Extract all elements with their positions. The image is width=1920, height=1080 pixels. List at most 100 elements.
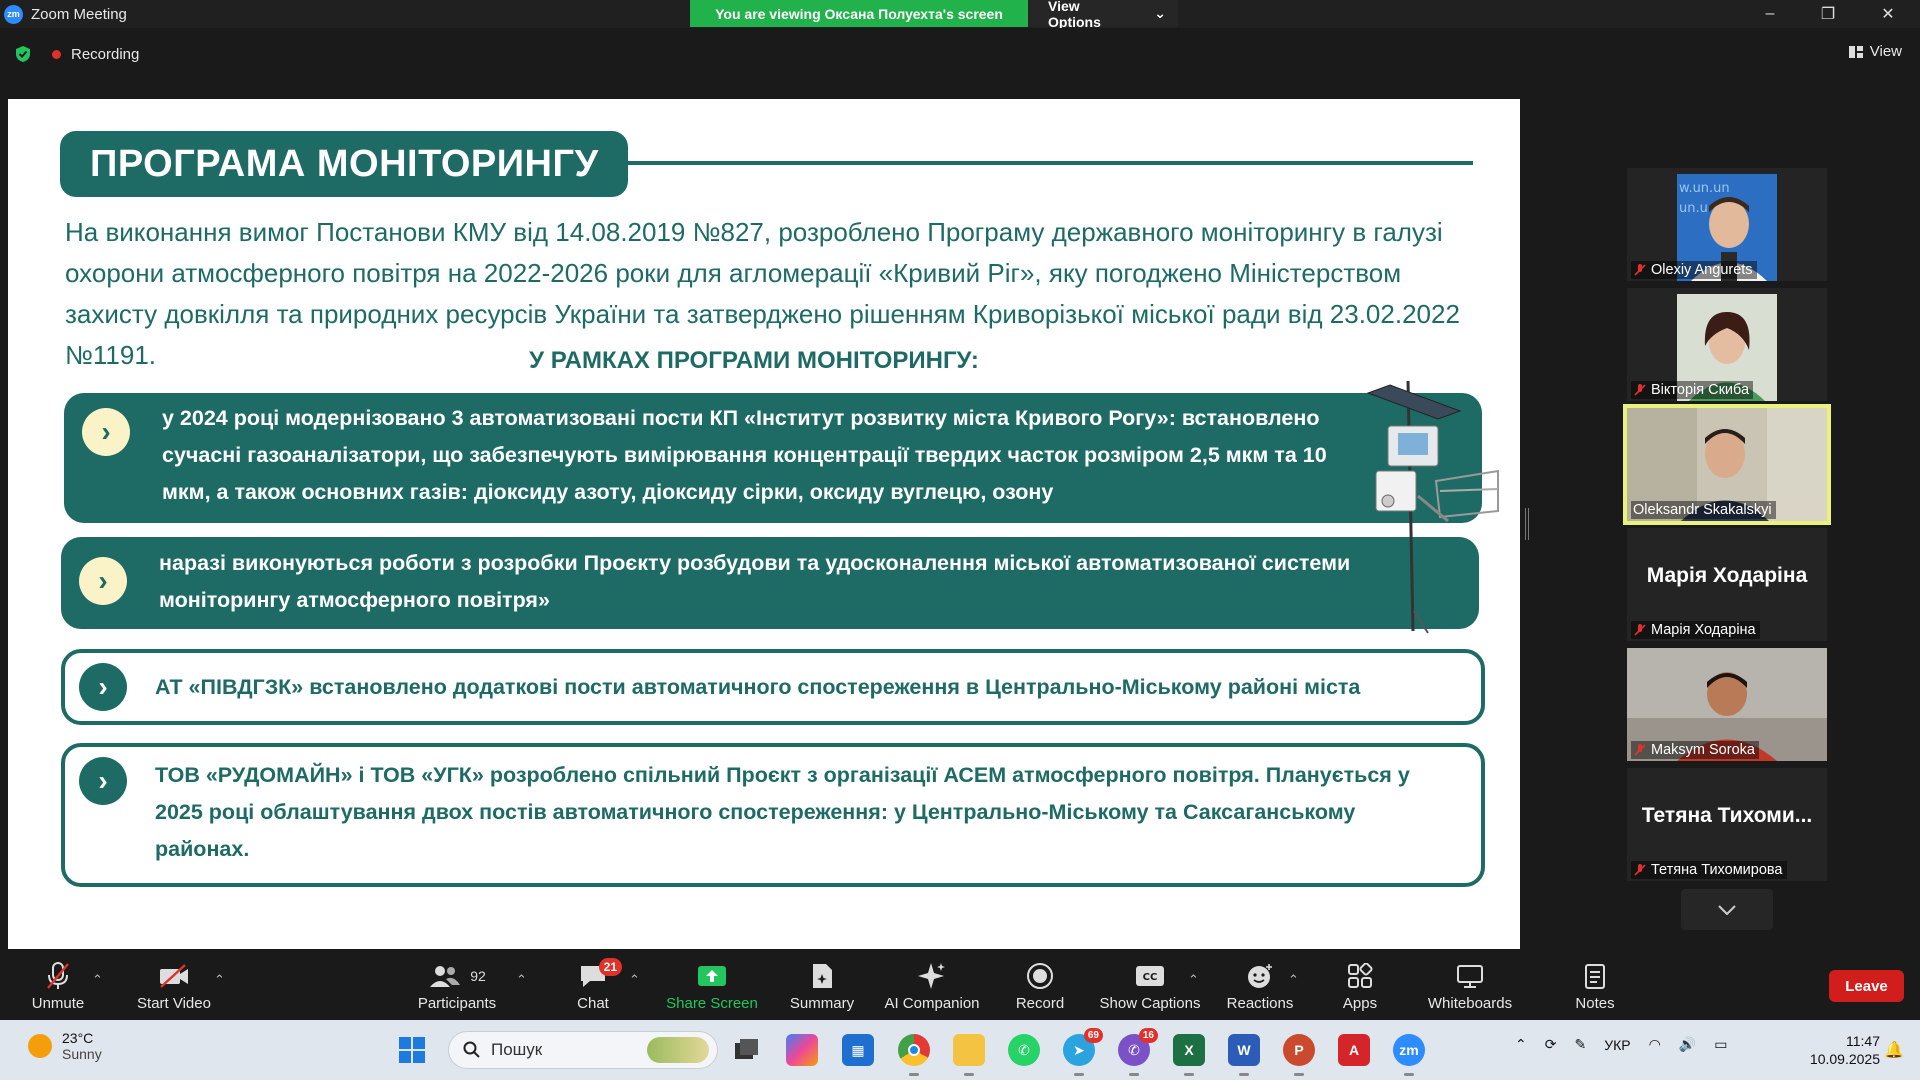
start-video-button[interactable]: Start Video [134,952,214,1020]
zoom-app[interactable]: zm [1393,1034,1425,1076]
program-item-text: наразі виконуються роботи з розробки Про… [159,551,1351,612]
task-view-button[interactable] [731,1034,763,1066]
apps-button[interactable]: Apps [1336,952,1384,1020]
participant-name-tag: Maksym Soroka [1631,741,1759,759]
pen-input-icon[interactable]: ✎ [1574,1036,1586,1053]
clock[interactable]: 11:47 10.09.2025 [1790,1032,1880,1068]
participant-name-tag: Oleksandr Skakalskyi [1631,501,1776,519]
view-options-button[interactable]: View Options ⌄ [1028,0,1178,30]
reactions-options-caret-icon[interactable]: ⌃ [1288,972,1299,988]
whatsapp-icon: ✆ [1018,1041,1030,1058]
participants-options-caret-icon[interactable]: ⌃ [516,972,527,988]
show-hidden-icons-chevron-icon[interactable]: ⌃ [1515,1036,1527,1053]
unmute-label: Unmute [31,995,85,1012]
start-video-label: Start Video [137,995,211,1012]
record-button[interactable]: Record [1010,952,1070,1020]
show-captions-button[interactable]: CC Show Captions [1098,952,1202,1020]
chrome-app[interactable] [898,1034,930,1076]
participant-display-name: Тетяна Тихоми... [1641,804,1813,827]
video-off-icon [160,964,188,988]
viber-app[interactable]: ✆ 16 [1118,1028,1158,1076]
participant-tile[interactable]: w.un.un un.u .un Olexiy Angurets [1627,168,1827,281]
gallery-scroll-down-button[interactable] [1681,889,1773,930]
word-icon: W [1237,1042,1251,1058]
security-shield-icon[interactable] [14,45,32,63]
participant-tile[interactable]: Вікторія Скиба [1627,288,1827,401]
reactions-button[interactable]: Reactions [1224,952,1296,1020]
battery-icon[interactable]: ▭ [1714,1036,1727,1053]
captions-options-caret-icon[interactable]: ⌃ [1188,972,1199,988]
start-button[interactable] [396,1034,428,1066]
telegram-icon: ➤ [1073,1041,1085,1058]
telegram-app[interactable]: ➤ 69 [1063,1028,1103,1076]
leave-button[interactable]: Leave [1829,970,1904,1002]
shared-screen: ПРОГРАМА МОНІТОРИНГУ На виконання вимог … [8,99,1520,949]
participants-label: Participants [417,995,497,1012]
weather-widget[interactable]: 23°C Sunny [28,1030,102,1062]
participant-name: Olexiy Angurets [1651,262,1753,278]
svg-text:CC: CC [1143,972,1158,983]
file-explorer-app[interactable] [953,1034,985,1076]
ai-companion-button[interactable]: AI Companion [882,952,982,1020]
record-label: Record [1015,995,1065,1012]
search-placeholder: Пошук [491,1040,543,1059]
video-options-caret-icon[interactable]: ⌃ [214,972,225,988]
windows-taskbar: 23°C Sunny Пошук ▦ ✆ ➤ 69 ✆ 16 X W P A zm … [0,1020,1920,1080]
view-options-label: View Options [1048,0,1101,30]
mic-muted-icon [1634,744,1646,756]
weather-condition: Sunny [62,1046,102,1062]
chat-button[interactable]: 21 Chat [568,952,622,1020]
participant-tile-active-speaker[interactable]: Oleksandr Skakalskyi [1623,404,1831,525]
unmute-button[interactable]: Unmute [26,952,90,1020]
whiteboards-button[interactable]: Whiteboards [1424,952,1516,1020]
slide-title: ПРОГРАМА МОНІТОРИНГУ [60,131,628,197]
microsoft-store-app[interactable]: ▦ [842,1034,874,1066]
recording-indicator[interactable]: Recording [52,44,139,64]
participant-tile[interactable]: Марія Ходаріна Марія Ходаріна [1627,528,1827,641]
mic-muted-icon [47,962,69,989]
participants-button[interactable]: 92 Participants [412,952,502,1020]
whiteboard-icon [1457,965,1483,988]
apps-label: Apps [1342,995,1378,1012]
apps-icon [1348,963,1373,988]
chat-label: Chat [577,995,609,1012]
acrobat-app[interactable]: A [1338,1034,1370,1066]
reactions-label: Reactions [1226,995,1294,1012]
wifi-icon[interactable]: ◠ [1649,1036,1661,1053]
audio-options-caret-icon[interactable]: ⌃ [92,972,103,988]
chevron-down-icon: ⌄ [1154,5,1166,21]
taskbar-search[interactable]: Пошук [448,1031,718,1069]
copilot-app[interactable] [786,1034,818,1066]
participant-tile[interactable]: Maksym Soroka [1627,648,1827,761]
restore-button[interactable]: ❐ [1800,0,1856,28]
participant-name: Maksym Soroka [1651,742,1755,758]
record-icon [1027,963,1053,989]
word-app[interactable]: W [1228,1034,1260,1076]
excel-app[interactable]: X [1173,1034,1205,1076]
close-button[interactable]: ✕ [1860,0,1916,28]
minimize-button[interactable]: – [1742,0,1798,28]
panel-splitter[interactable] [1525,508,1529,540]
reactions-smiley-icon [1248,964,1272,988]
share-screen-button[interactable]: Share Screen [662,952,762,1020]
notes-button[interactable]: Notes [1570,952,1620,1020]
search-highlight-image [647,1037,709,1063]
whatsapp-app[interactable]: ✆ [1008,1034,1040,1066]
program-item-3: › АТ «ПІВДГЗК» встановлено додаткові пос… [61,649,1485,725]
program-item-1: › у 2024 році модернізовано 3 автоматизо… [64,393,1482,523]
participant-name-tag: Тетяна Тихомирова [1631,861,1787,879]
notes-label: Notes [1575,995,1615,1012]
notifications-bell-icon[interactable]: 🔔 [1884,1040,1904,1060]
participant-tile[interactable]: Тетяна Тихоми... Тетяна Тихомирова [1627,768,1827,881]
view-button[interactable]: View [1848,43,1902,60]
powerpoint-app[interactable]: P [1283,1034,1315,1076]
chat-options-caret-icon[interactable]: ⌃ [629,972,640,988]
chevron-right-icon: › [82,408,130,456]
window-title: Zoom Meeting [31,5,127,23]
sync-icon[interactable]: ⟳ [1545,1036,1557,1053]
program-item-text: у 2024 році модернізовано 3 автоматизова… [162,406,1327,504]
summary-button[interactable]: Summary [786,952,858,1020]
volume-icon[interactable]: 🔊 [1679,1036,1696,1053]
input-language[interactable]: УКР [1604,1037,1630,1053]
summary-icon [813,964,832,988]
